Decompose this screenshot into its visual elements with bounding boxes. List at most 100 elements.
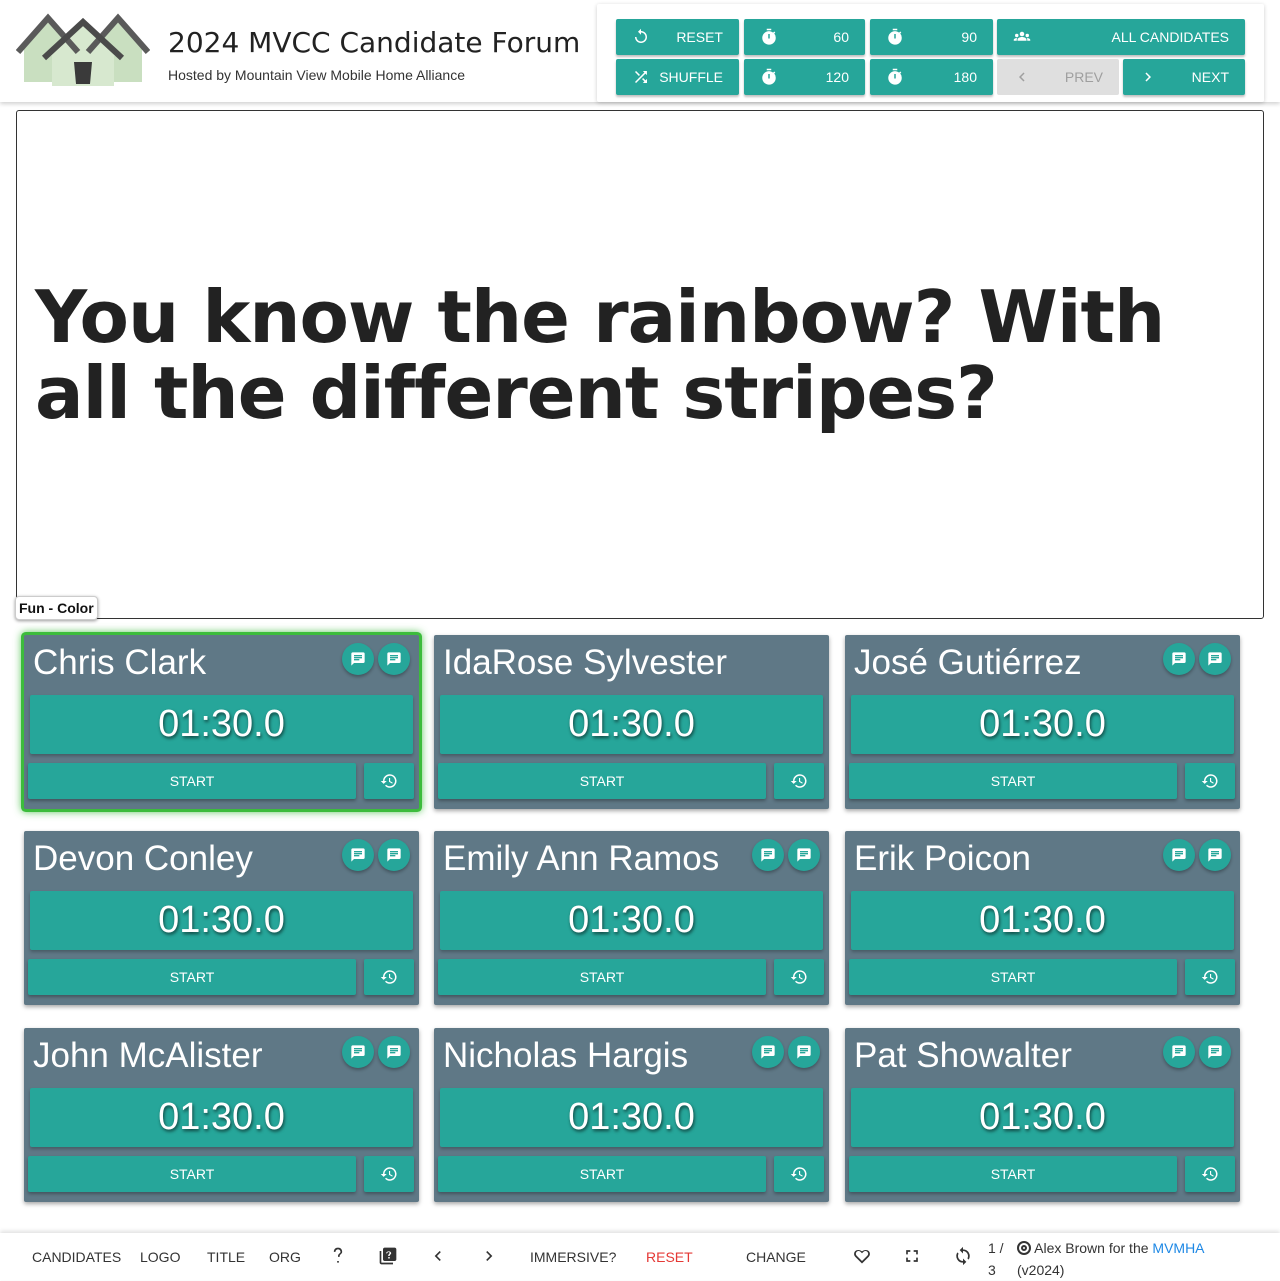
title-button[interactable]: TITLE (207, 1245, 245, 1269)
candidate-timer: 01:30.0 (851, 1088, 1234, 1147)
chat-icon[interactable] (378, 1036, 410, 1068)
chat-icon[interactable] (1199, 839, 1231, 871)
candidate-timer: 01:30.0 (440, 891, 823, 950)
houses-logo (16, 13, 150, 86)
timer-120-label: 120 (825, 69, 849, 85)
start-button[interactable]: START (28, 959, 356, 995)
reset-button[interactable]: RESET (616, 19, 739, 55)
page-indicator: 1 / 3 (988, 1240, 1004, 1278)
candidate-card[interactable]: Devon Conley 01:30.0 START (24, 831, 419, 1005)
reset-label: RESET (676, 29, 723, 45)
help-icon[interactable] (328, 1246, 348, 1266)
candidate-name: Emily Ann Ramos (443, 839, 720, 878)
chat-icon[interactable] (1163, 643, 1195, 675)
chat-icon[interactable] (1163, 1036, 1195, 1068)
candidate-name: Nicholas Hargis (443, 1036, 689, 1075)
stopwatch-icon (888, 68, 902, 85)
question-category-tag: Fun - Color (15, 596, 98, 620)
group-icon (1013, 31, 1031, 41)
candidate-card[interactable]: José Gutiérrez 01:30.0 START (845, 635, 1240, 809)
timer-120-button[interactable]: 120 (744, 59, 865, 95)
chat-icon[interactable] (752, 1036, 784, 1068)
page-title: 2024 MVCC Candidate Forum (168, 26, 581, 59)
candidate-card[interactable]: Nicholas Hargis 01:30.0 START (434, 1028, 829, 1202)
candidate-card[interactable]: John McAlister 01:30.0 START (24, 1028, 419, 1202)
shuffle-button[interactable]: SHUFFLE (616, 59, 739, 95)
stopwatch-icon (888, 28, 902, 45)
candidate-timer: 01:30.0 (440, 1088, 823, 1147)
start-button[interactable]: START (28, 763, 356, 799)
start-button[interactable]: START (438, 1156, 766, 1192)
restore-timer-icon[interactable] (364, 763, 414, 799)
mvmha-link[interactable]: MVMHA (1152, 1240, 1204, 1256)
stopwatch-icon (762, 28, 776, 45)
change-button[interactable]: CHANGE (746, 1245, 806, 1269)
footer-toolbar: CANDIDATES LOGO TITLE ORG IMMERSIVE? RES… (0, 1233, 1280, 1280)
org-button[interactable]: ORG (269, 1245, 301, 1269)
question-book-icon[interactable] (378, 1246, 398, 1266)
stopwatch-icon (762, 68, 776, 85)
restore-timer-icon[interactable] (1185, 1156, 1235, 1192)
restore-timer-icon[interactable] (364, 1156, 414, 1192)
restore-timer-icon[interactable] (1185, 959, 1235, 995)
next-label: NEXT (1191, 69, 1229, 85)
prev-label: PREV (1064, 69, 1103, 85)
timer-90-label: 90 (961, 29, 977, 45)
start-button[interactable]: START (438, 763, 766, 799)
restore-timer-icon[interactable] (1185, 763, 1235, 799)
start-button[interactable]: START (28, 1156, 356, 1192)
chevron-right-icon[interactable] (479, 1246, 499, 1266)
all-candidates-button[interactable]: ALL CANDIDATES (997, 19, 1245, 55)
immersive-button[interactable]: IMMERSIVE? (530, 1245, 616, 1269)
power-cycle-icon (635, 28, 647, 43)
chevron-left-icon[interactable] (428, 1246, 448, 1266)
chat-icon[interactable] (342, 839, 374, 871)
footer-reset-button[interactable]: RESET (646, 1245, 693, 1269)
credit-prefix: Alex Brown for the (1034, 1240, 1149, 1256)
chat-icon[interactable] (788, 839, 820, 871)
shuffle-label: SHUFFLE (659, 69, 723, 85)
chat-icon[interactable] (342, 1036, 374, 1068)
timer-180-button[interactable]: 180 (870, 59, 993, 95)
next-button[interactable]: NEXT (1123, 59, 1245, 95)
restore-timer-icon[interactable] (774, 763, 824, 799)
timer-60-label: 60 (833, 29, 849, 45)
candidates-button[interactable]: CANDIDATES (32, 1245, 121, 1269)
timer-90-button[interactable]: 90 (870, 19, 993, 55)
start-button[interactable]: START (849, 959, 1177, 995)
candidate-card[interactable]: Erik Poicon 01:30.0 START (845, 831, 1240, 1005)
prev-button[interactable]: PREV (997, 59, 1119, 95)
chevron-left-icon (1019, 72, 1025, 82)
chat-icon[interactable] (1199, 643, 1231, 675)
candidate-name: John McAlister (33, 1036, 263, 1075)
logo-button[interactable]: LOGO (140, 1245, 180, 1269)
candidate-card[interactable]: Emily Ann Ramos 01:30.0 START (434, 831, 829, 1005)
question-panel: You know the rainbow? With all the diffe… (16, 110, 1264, 619)
chat-icon[interactable] (342, 643, 374, 675)
restore-timer-icon[interactable] (774, 1156, 824, 1192)
fullscreen-icon[interactable] (902, 1246, 922, 1266)
page-subtitle: Hosted by Mountain View Mobile Home Alli… (168, 67, 466, 83)
candidate-card[interactable]: Pat Showalter 01:30.0 START (845, 1028, 1240, 1202)
chevron-right-icon (1145, 72, 1151, 82)
restore-timer-icon[interactable] (774, 959, 824, 995)
candidate-card[interactable]: IdaRose Sylvester 01:30.0 START (434, 635, 829, 809)
candidate-timer: 01:30.0 (30, 891, 413, 950)
shuffle-icon (635, 71, 647, 83)
candidate-name: Chris Clark (33, 643, 207, 682)
chat-icon[interactable] (752, 839, 784, 871)
start-button[interactable]: START (438, 959, 766, 995)
chat-icon[interactable] (1163, 839, 1195, 871)
handshake-icon[interactable] (852, 1246, 872, 1266)
candidate-card[interactable]: Chris Clark 01:30.0 START (24, 635, 419, 809)
sync-icon[interactable] (953, 1246, 973, 1266)
start-button[interactable]: START (849, 1156, 1177, 1192)
restore-timer-icon[interactable] (364, 959, 414, 995)
chat-icon[interactable] (788, 1036, 820, 1068)
chat-icon[interactable] (1199, 1036, 1231, 1068)
start-button[interactable]: START (849, 763, 1177, 799)
chat-icon[interactable] (378, 839, 410, 871)
chat-icon[interactable] (378, 643, 410, 675)
timer-60-button[interactable]: 60 (744, 19, 865, 55)
candidate-timer: 01:30.0 (30, 695, 413, 754)
